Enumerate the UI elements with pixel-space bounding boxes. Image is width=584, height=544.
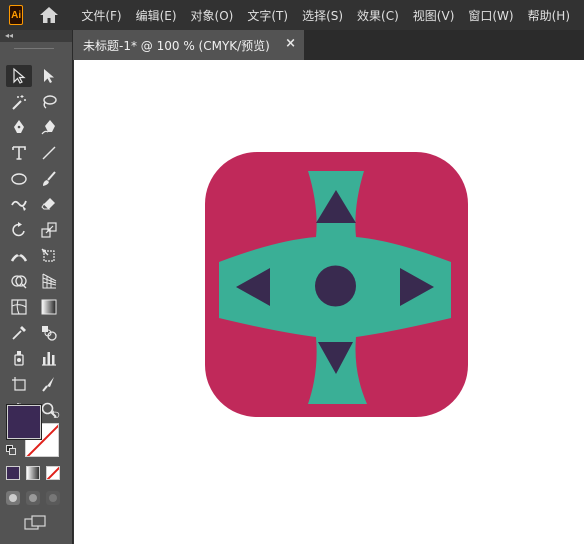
default-fill-stroke-icon[interactable] — [6, 445, 16, 455]
magic-wand-tool[interactable] — [6, 91, 32, 113]
pen-tool[interactable] — [6, 116, 32, 138]
ellipse-tool[interactable] — [6, 168, 32, 190]
color-mode-row — [6, 466, 66, 480]
shape-builder-icon — [11, 275, 27, 289]
selection-arrow-icon — [13, 67, 26, 84]
screen-mode-icon — [24, 515, 46, 530]
tool-grid — [6, 63, 70, 423]
swap-fill-stroke-icon[interactable]: ⮌ — [51, 406, 60, 425]
scale-tool[interactable] — [36, 219, 62, 241]
mesh-tool[interactable] — [6, 296, 32, 318]
free-transform-icon — [41, 248, 55, 262]
drawing-mode-row — [6, 491, 66, 505]
menu-file[interactable]: 文件(F) — [81, 7, 121, 24]
eyedropper-icon — [12, 325, 26, 340]
fill-stroke-control: ⮌ — [6, 404, 66, 464]
paintbrush-tool[interactable] — [36, 168, 62, 190]
artboard-icon — [12, 377, 26, 391]
screen-mode-button[interactable] — [24, 515, 46, 531]
menu-select[interactable]: 选择(S) — [302, 7, 343, 24]
rotate-tool[interactable] — [6, 219, 32, 241]
shape-builder-tool[interactable] — [6, 270, 32, 292]
curvature-pen-icon — [41, 120, 55, 135]
panel-grip[interactable] — [14, 48, 54, 62]
direct-selection-arrow-icon — [44, 68, 54, 83]
app-logo: Ai — [9, 5, 24, 25]
selection-tool[interactable] — [6, 64, 32, 87]
close-tab-button[interactable]: × — [285, 36, 296, 51]
pen-nib-icon — [14, 120, 24, 134]
menu-object[interactable]: 对象(O) — [191, 7, 234, 24]
lasso-tool[interactable] — [36, 91, 62, 113]
menu-window[interactable]: 窗口(W) — [468, 7, 513, 24]
slice-tool[interactable] — [36, 373, 62, 395]
menu-list: 文件(F) 编辑(E) 对象(O) 文字(T) 选择(S) 效果(C) 视图(V… — [81, 7, 584, 24]
fill-swatch[interactable] — [7, 405, 41, 439]
none-mode-button[interactable] — [46, 466, 60, 480]
rotate-icon — [12, 221, 25, 237]
slice-knife-icon — [42, 377, 54, 392]
tools-panel-header: ◂◂ — [0, 30, 72, 42]
line-segment-icon — [42, 146, 56, 160]
paintbrush-icon — [43, 170, 56, 186]
width-tool[interactable] — [6, 245, 32, 267]
draw-inside-button[interactable] — [46, 491, 60, 505]
artboard-tool[interactable] — [6, 373, 32, 395]
lasso-icon — [43, 94, 57, 109]
color-mode-button[interactable] — [6, 466, 20, 480]
width-icon — [10, 252, 28, 262]
scale-icon — [41, 222, 57, 238]
line-segment-tool[interactable] — [36, 142, 62, 164]
symbol-sprayer-icon — [14, 351, 24, 367]
eraser-tool[interactable] — [36, 193, 62, 215]
menu-bar: Ai 文件(F) 编辑(E) 对象(O) 文字(T) 选择(S) 效果(C) 视… — [0, 0, 584, 30]
blend-icon — [42, 325, 57, 341]
artboard-canvas[interactable] — [74, 60, 584, 544]
document-tab-bar: 未标题-1* @ 100 % (CMYK/预览) × — [73, 30, 584, 60]
tools-panel: ◂◂ ⮌ — [0, 30, 73, 544]
column-graph-tool[interactable] — [36, 347, 62, 369]
gamepad-icon-artwork[interactable] — [205, 152, 468, 417]
gradient-mode-button[interactable] — [26, 466, 40, 480]
collapse-panel-button[interactable]: ◂◂ — [5, 31, 13, 40]
home-icon — [40, 7, 59, 23]
center-circle — [315, 265, 356, 307]
eraser-icon — [41, 198, 55, 210]
column-graph-icon — [42, 352, 56, 367]
blend-tool[interactable] — [36, 322, 62, 344]
type-tool[interactable] — [6, 142, 32, 164]
perspective-grid-tool[interactable] — [36, 270, 62, 292]
shaper-tool[interactable] — [6, 193, 32, 215]
draw-normal-button[interactable] — [6, 491, 20, 505]
menu-edit[interactable]: 编辑(E) — [136, 7, 177, 24]
menu-help[interactable]: 帮助(H) — [528, 7, 570, 24]
gradient-icon — [41, 299, 57, 315]
ellipse-icon — [11, 172, 27, 185]
type-t-icon — [12, 146, 26, 160]
shaper-icon — [11, 200, 27, 212]
magic-wand-icon — [12, 94, 26, 110]
gradient-tool[interactable] — [36, 296, 62, 318]
document-tab-title: 未标题-1* @ 100 % (CMYK/预览) — [83, 38, 270, 53]
curvature-tool[interactable] — [36, 116, 62, 138]
menu-effect[interactable]: 效果(C) — [357, 7, 399, 24]
home-button[interactable] — [39, 4, 59, 26]
eyedropper-tool[interactable] — [6, 322, 32, 344]
mesh-icon — [11, 299, 27, 315]
document-tab[interactable]: 未标题-1* @ 100 % (CMYK/预览) × — [73, 30, 304, 60]
menu-type[interactable]: 文字(T) — [247, 7, 288, 24]
menu-view[interactable]: 视图(V) — [413, 7, 455, 24]
direct-selection-tool[interactable] — [36, 65, 62, 87]
symbol-sprayer-tool[interactable] — [6, 347, 32, 369]
free-transform-tool[interactable] — [36, 245, 62, 267]
draw-behind-button[interactable] — [26, 491, 40, 505]
perspective-grid-icon — [42, 273, 57, 289]
